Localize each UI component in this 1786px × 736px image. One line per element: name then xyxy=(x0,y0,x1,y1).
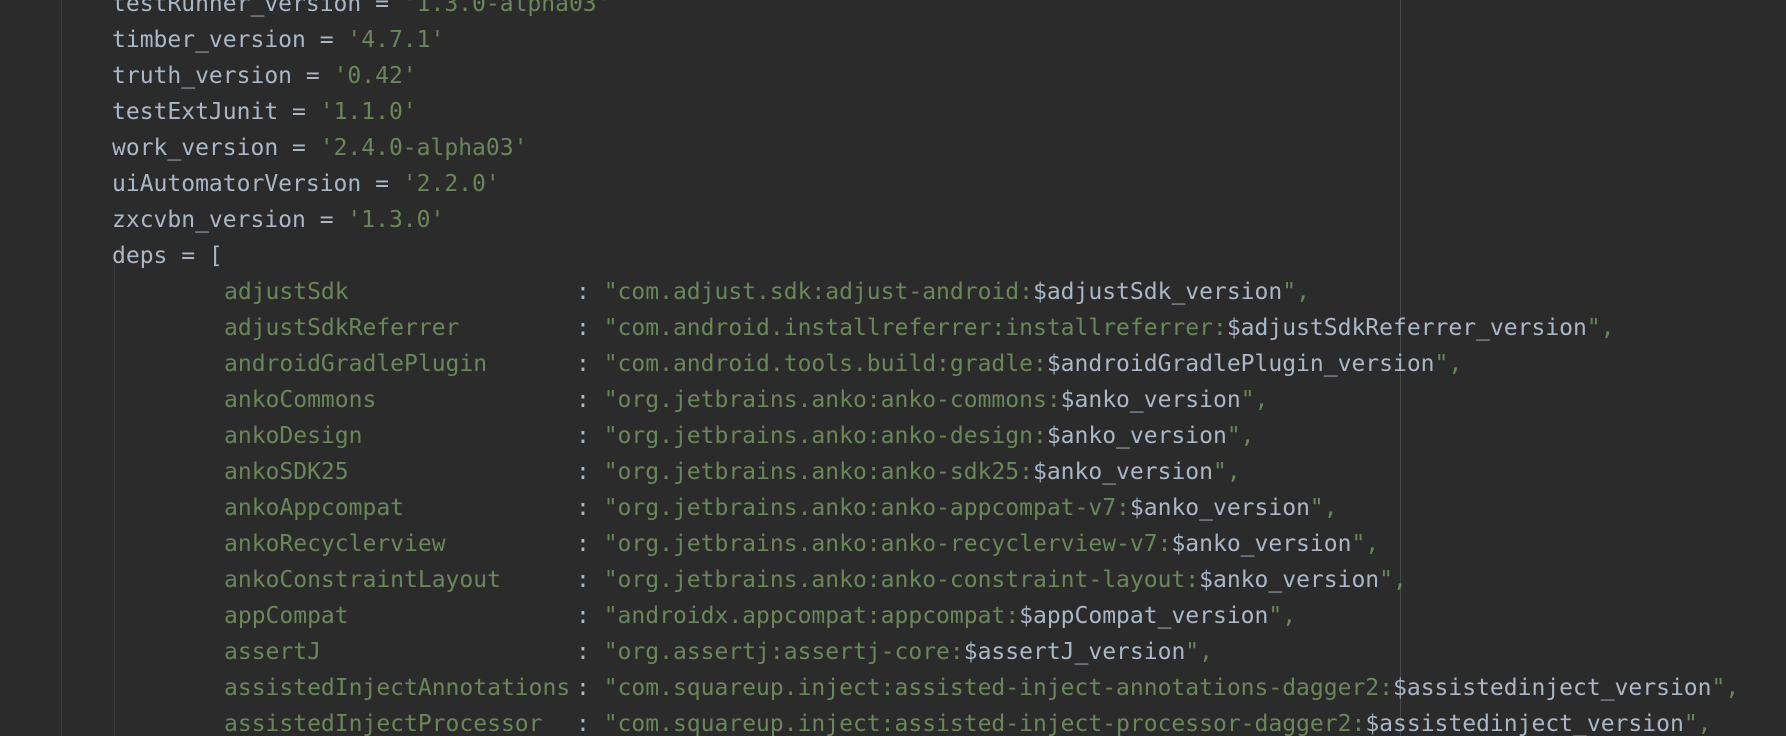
dependency-artifact: "org.jetbrains.anko:anko-constraint-layo… xyxy=(603,567,1200,593)
dependency-key: assistedInjectAnnotations xyxy=(224,675,571,701)
dependency-line[interactable]: adjustSdk: "com.adjust.sdk:adjust-androi… xyxy=(0,274,1739,310)
dependency-key: appCompat xyxy=(224,603,349,629)
deps-declaration: deps = [ xyxy=(112,243,223,269)
dependency-key: adjustSdkReferrer xyxy=(224,315,460,341)
dependency-line[interactable]: appCompat: "androidx.appcompat:appcompat… xyxy=(0,598,1739,634)
code-content[interactable]: testRunner_version = '1.3.0-alpha03' tim… xyxy=(0,0,1739,736)
code-line[interactable]: timber_version = '4.7.1' xyxy=(0,22,1739,58)
dependency-artifact: "com.adjust.sdk:adjust-android: xyxy=(603,279,1033,305)
variable-name: uiAutomatorVersion xyxy=(112,171,362,197)
variable-name: timber_version xyxy=(112,27,306,53)
dependency-key: adjustSdk xyxy=(224,279,349,305)
dependency-artifact: "org.jetbrains.anko:anko-appcompat-v7: xyxy=(603,495,1130,521)
dependency-artifact: "androidx.appcompat:appcompat: xyxy=(603,603,1020,629)
dependency-line[interactable]: androidGradlePlugin: "com.android.tools.… xyxy=(0,346,1739,382)
dependency-line[interactable]: ankoSDK25: "org.jetbrains.anko:anko-sdk2… xyxy=(0,454,1739,490)
dependency-key: ankoCommons xyxy=(224,387,377,413)
dependency-line[interactable]: assistedInjectAnnotations: "com.squareup… xyxy=(0,670,1739,706)
dependency-artifact: "org.jetbrains.anko:anko-recyclerview-v7… xyxy=(603,531,1172,557)
version-variable: $appCompat_version xyxy=(1019,603,1269,629)
dependency-line[interactable]: ankoDesign: "org.jetbrains.anko:anko-des… xyxy=(0,418,1739,454)
code-line[interactable]: zxcvbn_version = '1.3.0' xyxy=(0,202,1739,238)
version-variable: $assertJ_version xyxy=(963,639,1186,665)
string-literal: '4.7.1' xyxy=(347,27,445,53)
code-line[interactable]: work_version = '2.4.0-alpha03' xyxy=(0,130,1739,166)
dependency-key: ankoDesign xyxy=(224,423,363,449)
code-line[interactable]: testExtJunit = '1.1.0' xyxy=(0,94,1739,130)
string-literal: '1.3.0' xyxy=(347,207,445,233)
version-variable: $adjustSdkReferrer_version xyxy=(1226,315,1587,341)
version-variable: $anko_version xyxy=(1199,567,1380,593)
dependency-artifact: "org.jetbrains.anko:anko-design: xyxy=(603,423,1047,449)
string-literal: '2.4.0-alpha03' xyxy=(319,135,528,161)
version-variable: $assistedinject_version xyxy=(1365,711,1684,736)
variable-name: testRunner_version xyxy=(112,0,362,17)
version-variable: $anko_version xyxy=(1060,387,1241,413)
string-literal: '1.3.0-alpha03' xyxy=(402,0,611,17)
variable-name: work_version xyxy=(112,135,279,161)
dependency-artifact: "com.android.installreferrer:installrefe… xyxy=(603,315,1227,341)
dependency-artifact: "org.jetbrains.anko:anko-sdk25: xyxy=(603,459,1033,485)
variable-name: zxcvbn_version xyxy=(112,207,306,233)
version-variable: $adjustSdk_version xyxy=(1032,279,1283,305)
dependency-key: ankoRecyclerview xyxy=(224,531,446,557)
string-literal: '2.2.0' xyxy=(402,171,500,197)
variable-name: testExtJunit xyxy=(112,99,279,125)
dependency-artifact: "org.assertj:assertj-core: xyxy=(603,639,964,665)
dependency-line[interactable]: adjustSdkReferrer: "com.android.installr… xyxy=(0,310,1739,346)
code-line[interactable]: deps = [ xyxy=(0,238,1739,274)
dependency-artifact: "org.jetbrains.anko:anko-commons: xyxy=(603,387,1061,413)
string-literal: '0.42' xyxy=(333,63,417,89)
version-variable: $anko_version xyxy=(1032,459,1213,485)
dependency-key: ankoConstraintLayout xyxy=(224,567,501,593)
dependency-key: androidGradlePlugin xyxy=(224,351,488,377)
dependency-line[interactable]: ankoConstraintLayout: "org.jetbrains.ank… xyxy=(0,562,1739,598)
dependency-line[interactable]: ankoAppcompat: "org.jetbrains.anko:anko-… xyxy=(0,490,1739,526)
dependency-key: ankoSDK25 xyxy=(224,459,349,485)
string-literal: '1.1.0' xyxy=(319,99,417,125)
code-line[interactable]: testRunner_version = '1.3.0-alpha03' xyxy=(0,0,1739,22)
code-line[interactable]: truth_version = '0.42' xyxy=(0,58,1739,94)
dependency-line[interactable]: ankoCommons: "org.jetbrains.anko:anko-co… xyxy=(0,382,1739,418)
variable-name: truth_version xyxy=(112,63,293,89)
version-variable: $anko_version xyxy=(1129,495,1310,521)
dependency-artifact: "com.android.tools.build:gradle: xyxy=(603,351,1047,377)
dependency-line[interactable]: assertJ: "org.assertj:assertj-core:$asse… xyxy=(0,634,1739,670)
dependency-line[interactable]: assistedInjectProcessor: "com.squareup.i… xyxy=(0,706,1739,736)
dependency-artifact: "com.squareup.inject:assisted-inject-pro… xyxy=(603,711,1366,736)
code-editor[interactable]: testRunner_version = '1.3.0-alpha03' tim… xyxy=(0,0,1786,736)
code-line[interactable]: uiAutomatorVersion = '2.2.0' xyxy=(0,166,1739,202)
dependency-key: assertJ xyxy=(224,639,321,665)
version-variable: $androidGradlePlugin_version xyxy=(1046,351,1435,377)
dependency-key: ankoAppcompat xyxy=(224,495,405,521)
dependency-artifact: "com.squareup.inject:assisted-inject-ann… xyxy=(603,675,1393,701)
version-variable: $assistedinject_version xyxy=(1393,675,1712,701)
version-variable: $anko_version xyxy=(1171,531,1352,557)
version-variable: $anko_version xyxy=(1046,423,1227,449)
dependency-key: assistedInjectProcessor xyxy=(224,711,543,736)
dependency-line[interactable]: ankoRecyclerview: "org.jetbrains.anko:an… xyxy=(0,526,1739,562)
